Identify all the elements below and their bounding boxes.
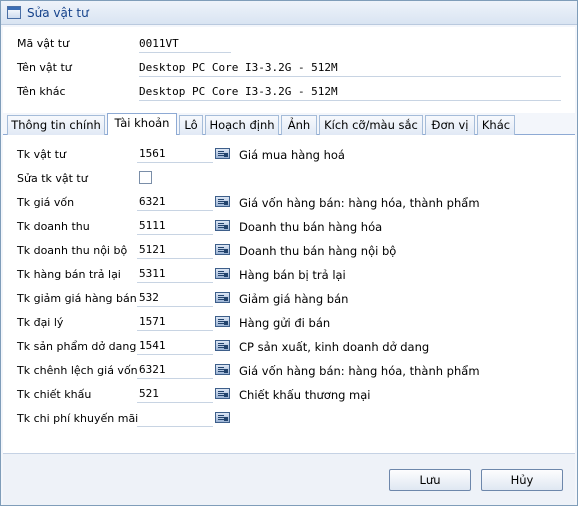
promotion-expense-account-input[interactable]	[137, 411, 213, 427]
wip-account-desc: CP sản xuất, kinh doanh dở dang	[239, 340, 430, 354]
discount-account-desc: Chiết khấu thương mại	[239, 388, 371, 402]
tab-strip: Thông tin chính Tài khoản Lô Hoạch định …	[3, 113, 575, 136]
window-title: Sửa vật tư	[27, 6, 89, 20]
discount-account-label: Tk chiết khấu	[17, 388, 92, 401]
header-fields: Mã vật tư 0011VT Tên vật tư Desktop PC C…	[3, 27, 575, 113]
title-bar[interactable]: Sửa vật tư	[1, 1, 577, 25]
wip-account-label: Tk sản phẩm dở dang	[17, 340, 137, 353]
sales-discount-account-label: Tk giảm giá hàng bán	[17, 292, 137, 305]
internal-revenue-account-desc: Doanh thu bán hàng nội bộ	[239, 244, 397, 258]
tab-planning[interactable]: Hoạch định	[205, 115, 279, 135]
lookup-icon[interactable]	[215, 340, 230, 351]
material-code-label: Mã vật tư	[17, 37, 70, 50]
sales-return-account-label: Tk hàng bán trả lại	[17, 268, 121, 281]
agent-account-input[interactable]: 1571	[137, 315, 213, 331]
sales-discount-account-input[interactable]: 532	[137, 291, 213, 307]
sales-return-account-desc: Hàng bán bị trả lại	[239, 268, 346, 282]
material-account-label: Tk vật tư	[17, 148, 66, 161]
cost-variance-account-desc: Giá vốn hàng bán: hàng hóa, thành phẩm	[239, 364, 480, 378]
edit-material-account-checkbox[interactable]	[139, 171, 152, 184]
wip-account-input[interactable]: 1541	[137, 339, 213, 355]
tab-main-info[interactable]: Thông tin chính	[7, 115, 105, 135]
tab-batch[interactable]: Lô	[179, 115, 203, 135]
cancel-button-label: Hủy	[510, 473, 534, 487]
edit-material-window: Sửa vật tư Mã vật tư 0011VT Tên vật tư D…	[0, 0, 578, 506]
lookup-icon[interactable]	[215, 196, 230, 207]
lookup-icon[interactable]	[215, 148, 230, 159]
tab-unit[interactable]: Đơn vị	[425, 115, 475, 135]
cogs-account-desc: Giá vốn hàng bán: hàng hóa, thành phẩm	[239, 196, 480, 210]
cost-variance-account-label: Tk chênh lệch giá vốn	[17, 364, 138, 377]
tab-image[interactable]: Ảnh	[281, 115, 317, 135]
agent-account-label: Tk đại lý	[17, 316, 64, 329]
save-button-label: Lưu	[419, 473, 441, 487]
sales-discount-account-desc: Giảm giá hàng bán	[239, 292, 349, 306]
lookup-icon[interactable]	[215, 292, 230, 303]
agent-account-desc: Hàng gửi đi bán	[239, 316, 331, 330]
save-button[interactable]: Lưu	[389, 469, 471, 491]
revenue-account-input[interactable]: 5111	[137, 219, 213, 235]
window-icon	[7, 6, 21, 19]
revenue-account-desc: Doanh thu bán hàng hóa	[239, 220, 383, 234]
accounts-panel: Tk vật tư 1561 Giá mua hàng hoá Sửa tk v…	[3, 135, 575, 453]
other-name-field[interactable]: Desktop PC Core I3-3.2G - 512M	[139, 85, 561, 101]
dialog-footer: Lưu Hủy	[3, 453, 575, 505]
cogs-account-input[interactable]: 6321	[137, 195, 213, 211]
internal-revenue-account-label: Tk doanh thu nội bộ	[17, 244, 128, 257]
tab-size-color[interactable]: Kích cỡ/màu sắc	[319, 115, 423, 135]
cancel-button[interactable]: Hủy	[481, 469, 563, 491]
lookup-icon[interactable]	[215, 220, 230, 231]
lookup-icon[interactable]	[215, 364, 230, 375]
other-name-label: Tên khác	[17, 85, 66, 98]
tab-other[interactable]: Khác	[477, 115, 515, 135]
lookup-icon[interactable]	[215, 316, 230, 327]
sales-return-account-input[interactable]: 5311	[137, 267, 213, 283]
material-name-field[interactable]: Desktop PC Core I3-3.2G - 512M	[139, 61, 561, 77]
material-name-label: Tên vật tư	[17, 61, 72, 74]
material-account-input[interactable]: 1561	[137, 147, 213, 163]
internal-revenue-account-input[interactable]: 5121	[137, 243, 213, 259]
material-code-field[interactable]: 0011VT	[139, 37, 231, 53]
lookup-icon[interactable]	[215, 412, 230, 423]
discount-account-input[interactable]: 521	[137, 387, 213, 403]
material-account-desc: Giá mua hàng hoá	[239, 148, 345, 162]
cogs-account-label: Tk giá vốn	[17, 196, 75, 209]
tab-accounts[interactable]: Tài khoản	[107, 113, 177, 136]
cost-variance-account-input[interactable]: 6321	[137, 363, 213, 379]
lookup-icon[interactable]	[215, 388, 230, 399]
lookup-icon[interactable]	[215, 244, 230, 255]
lookup-icon[interactable]	[215, 268, 230, 279]
revenue-account-label: Tk doanh thu	[17, 220, 90, 233]
edit-material-account-label: Sửa tk vật tư	[17, 172, 88, 185]
promotion-expense-account-label: Tk chi phí khuyến mãi	[17, 412, 139, 425]
